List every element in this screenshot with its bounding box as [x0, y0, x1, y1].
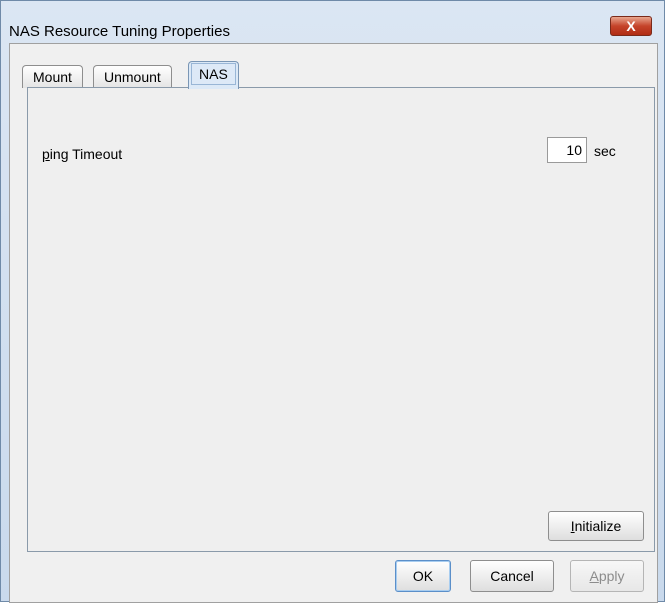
ping-timeout-input[interactable]: 10 — [547, 137, 587, 163]
ping-timeout-label: ping Timeout — [42, 146, 122, 162]
close-icon: X — [626, 18, 636, 34]
dialog-window: NAS Resource Tuning Properties X Mount U… — [0, 0, 665, 603]
apply-button[interactable]: Apply — [570, 560, 644, 592]
title-bar[interactable]: NAS Resource Tuning Properties X — [1, 1, 664, 43]
tab-unmount-label: Unmount — [104, 69, 161, 85]
nas-tab-panel: ping Timeout 10 sec Initialize — [27, 87, 655, 552]
dialog-body: Mount Unmount NAS ping Timeout 10 sec In… — [9, 43, 658, 603]
apply-mnemonic: A — [589, 568, 599, 584]
apply-label: pply — [598, 568, 625, 584]
close-button[interactable]: X — [610, 16, 652, 36]
tab-mount[interactable]: Mount — [22, 65, 83, 88]
tab-unmount[interactable]: Unmount — [93, 65, 172, 88]
tab-nas[interactable]: NAS — [188, 61, 239, 89]
window-title: NAS Resource Tuning Properties — [9, 23, 230, 40]
tab-nas-label: NAS — [191, 63, 236, 85]
ping-timeout-label-text: ing Timeout — [49, 146, 123, 162]
tab-mount-label: Mount — [33, 69, 72, 85]
ok-button[interactable]: OK — [395, 560, 451, 592]
tab-strip: Mount Unmount NAS — [22, 61, 422, 89]
cancel-button[interactable]: Cancel — [470, 560, 554, 592]
initialize-label: nitialize — [574, 518, 622, 534]
ping-timeout-mnemonic: p — [42, 146, 50, 162]
initialize-button[interactable]: Initialize — [548, 511, 644, 541]
ping-timeout-unit: sec — [594, 143, 616, 159]
